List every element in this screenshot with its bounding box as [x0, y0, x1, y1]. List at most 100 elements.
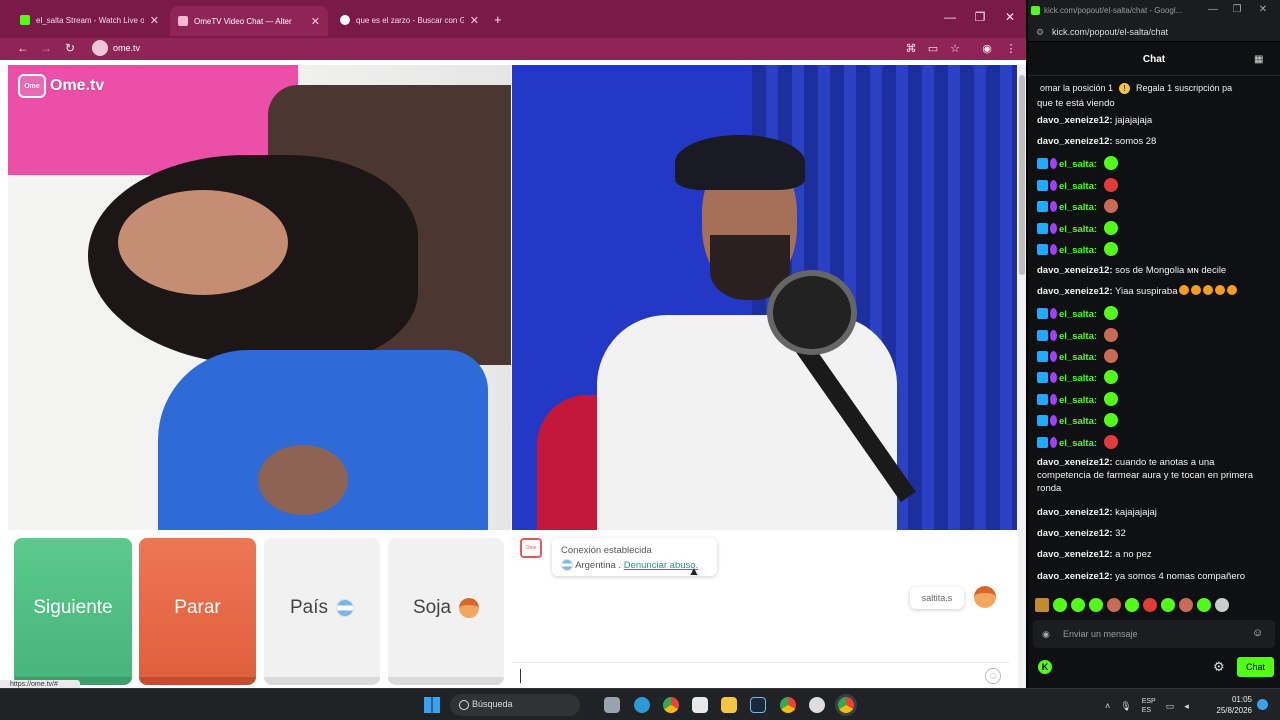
chat-username[interactable]: el_salta: [1059, 373, 1097, 384]
close-icon[interactable]: ✕ [150, 14, 159, 27]
reload-icon[interactable]: ↻ [61, 41, 79, 55]
back-icon[interactable]: ← [14, 41, 32, 55]
emote-icon[interactable] [1125, 598, 1139, 612]
monitor-icon[interactable]: ▭ [1166, 701, 1175, 712]
emote-icon [1103, 306, 1118, 320]
site-info-icon[interactable] [92, 40, 108, 56]
emote-icon[interactable] [1089, 598, 1103, 612]
chat-username[interactable]: el_salta: [1059, 224, 1097, 235]
kick-url-field[interactable]: kick.com/popout/el-salta/chat [1028, 22, 1280, 42]
emote-icon[interactable] [1179, 598, 1193, 612]
chat-text: que te está viendo [1037, 98, 1115, 109]
tab-ometv[interactable]: OmeTV Video Chat — Alter ✕ [170, 6, 328, 36]
close-window-icon[interactable]: ✕ [1256, 4, 1270, 15]
page-scrollbar[interactable] [1018, 65, 1026, 688]
chat-username[interactable]: davo_xeneize12: [1037, 136, 1113, 147]
chat-header: Chat [1028, 44, 1280, 76]
tab-kick-stream[interactable]: el_salta Stream - Watch Live on ✕ [12, 8, 167, 32]
emote-icon[interactable] [1107, 598, 1121, 612]
emote-icon[interactable] [1035, 598, 1049, 612]
site-settings-icon[interactable]: ⚙ [1036, 27, 1046, 37]
chat-username[interactable]: el_salta: [1059, 352, 1097, 363]
close-icon[interactable]: ✕ [311, 15, 320, 28]
kick-favicon-icon [20, 15, 30, 25]
new-tab-button[interactable]: + [494, 12, 502, 27]
chat-username[interactable]: el_salta: [1059, 245, 1097, 256]
translate-icon[interactable]: ⌘ [904, 42, 918, 55]
minimize-icon[interactable]: — [940, 10, 960, 24]
chat-username[interactable]: davo_xeneize12: [1037, 528, 1113, 539]
close-window-icon[interactable]: ✕ [1000, 10, 1020, 24]
windows-start-icon[interactable] [424, 697, 440, 713]
taskbar-search[interactable]: Búsqueda [450, 694, 580, 716]
chrome-icon[interactable] [663, 697, 679, 713]
emote-icon[interactable] [1053, 598, 1067, 612]
emote-icon[interactable] [1215, 598, 1229, 612]
volume-icon[interactable]: ◂ [1184, 701, 1189, 712]
chat-username[interactable]: davo_xeneize12: [1037, 549, 1113, 560]
forward-icon[interactable]: → [37, 41, 55, 55]
chat-username[interactable]: davo_xeneize12: [1037, 265, 1113, 276]
chrome-icon[interactable] [780, 697, 796, 713]
mouse-cursor-icon: ▲ [688, 564, 700, 578]
chat-message-input[interactable]: Enviar un mensaje [1033, 620, 1275, 648]
task-view-icon[interactable] [604, 697, 620, 713]
chat-username[interactable]: el_salta: [1059, 416, 1097, 427]
chat-username[interactable]: el_salta: [1059, 395, 1097, 406]
chat-message: el_salta: [1037, 199, 1269, 214]
language-indicator[interactable]: ESP ES [1142, 697, 1156, 715]
chat-username[interactable]: davo_xeneize12: [1037, 115, 1113, 126]
boy-avatar-icon [459, 597, 480, 618]
emote-icon [1103, 199, 1118, 213]
app-icon[interactable] [809, 697, 825, 713]
chat-username[interactable]: el_salta: [1059, 309, 1097, 320]
next-button[interactable]: Siguiente [14, 538, 132, 685]
chat-username[interactable]: el_salta: [1059, 331, 1097, 342]
send-chat-button[interactable]: Chat [1237, 657, 1274, 677]
emote-icon [1103, 349, 1118, 363]
emote-menu-icon[interactable]: ◉ [1042, 629, 1052, 639]
emote-icon[interactable] [1143, 598, 1157, 612]
chevron-up-icon[interactable]: ˄ [1105, 701, 1110, 711]
chat-text: a no pez [1115, 549, 1152, 560]
tab-google-search[interactable]: que es el zarzo - Buscar con Go ✕ [332, 8, 487, 32]
maximize-icon[interactable]: ❐ [1230, 4, 1244, 15]
steam-icon[interactable] [750, 697, 766, 713]
emoji-icon[interactable]: ☺ [985, 668, 1001, 684]
kick-logo-icon[interactable]: K [1038, 660, 1052, 674]
file-explorer-icon[interactable] [721, 697, 737, 713]
emote-icon[interactable] [1071, 598, 1085, 612]
microphone-icon[interactable]: 🎙 [1120, 701, 1131, 712]
minimize-icon[interactable]: — [1206, 4, 1220, 15]
emote-icon[interactable] [1161, 598, 1175, 612]
close-icon[interactable]: ✕ [470, 14, 479, 27]
chat-username[interactable]: davo_xeneize12: [1037, 507, 1113, 518]
chat-username[interactable]: el_salta: [1059, 159, 1097, 170]
cast-icon[interactable]: ▭ [926, 42, 940, 55]
stop-button[interactable]: Parar [139, 538, 256, 685]
notification-icon[interactable] [1257, 699, 1268, 710]
maximize-icon[interactable]: ❐ [970, 10, 990, 24]
chat-username[interactable]: el_salta: [1059, 438, 1097, 449]
emote-icon[interactable] [1197, 598, 1211, 612]
bookmark-star-icon[interactable]: ☆ [948, 42, 962, 55]
gender-select-button[interactable]: Soja [388, 538, 504, 685]
chat-username[interactable]: davo_xeneize12: [1037, 286, 1113, 297]
url-field[interactable]: ome.tv [113, 43, 140, 53]
chat-username[interactable]: el_salta: [1059, 202, 1097, 213]
scrollbar-thumb[interactable] [1019, 75, 1025, 275]
emoji-icon[interactable]: ☺ [1252, 627, 1264, 639]
store-icon[interactable] [692, 697, 708, 713]
chat-username[interactable]: el_salta: [1059, 181, 1097, 192]
chat-username[interactable]: davo_xeneize12: [1037, 571, 1113, 582]
chat-username[interactable]: davo_xeneize12: [1037, 457, 1113, 468]
menu-icon[interactable]: ⋮ [1004, 42, 1018, 55]
clock[interactable]: 01:05 25/8/2026 [1200, 694, 1252, 716]
message-input[interactable]: ☺ [512, 662, 1009, 688]
profile-icon[interactable]: ◉ [980, 42, 994, 55]
settings-gear-icon[interactable]: ⚙ [1213, 659, 1225, 675]
chrome-active-icon[interactable] [838, 697, 854, 713]
country-select-button[interactable]: País [264, 538, 380, 685]
chat-menu-icon[interactable]: ▦ [1254, 54, 1266, 66]
edge-icon[interactable] [634, 697, 650, 713]
